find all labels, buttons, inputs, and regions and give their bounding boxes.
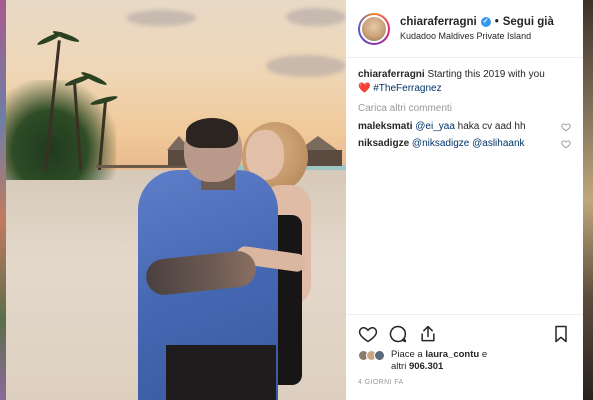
comment-mention[interactable]: @niksadigze xyxy=(412,138,469,149)
background-feed-right xyxy=(583,0,593,400)
photo-man-hair xyxy=(186,118,238,148)
location-link[interactable]: Kudadoo Maldives Private Island xyxy=(400,31,554,41)
action-bar xyxy=(346,315,583,347)
comment-body: maleksmati @ei_yaa haka cv aad hh xyxy=(358,120,526,134)
comment-username[interactable]: maleksmati xyxy=(358,121,412,132)
username-link[interactable]: chiaraferragni xyxy=(400,16,477,28)
caption-hashtag[interactable]: #TheFerragnez xyxy=(373,83,441,94)
caption: chiaraferragni Starting this 2019 with y… xyxy=(358,68,571,96)
post-actions-area: Piace a laura_contu e altri 906.301 4 GI… xyxy=(346,314,583,400)
comment-mention[interactable]: @ei_yaa xyxy=(415,121,455,132)
likes-suffix-prefix: altri xyxy=(391,361,407,372)
comment-username[interactable]: niksadigze xyxy=(358,138,409,149)
comment-like-heart-icon[interactable] xyxy=(561,139,571,149)
post-photo[interactable] xyxy=(6,0,346,400)
following-button[interactable]: Segui già xyxy=(503,16,554,28)
caption-text: Starting this 2019 with you xyxy=(427,69,545,80)
photo-cloud xyxy=(126,10,196,26)
liker-avatars[interactable] xyxy=(358,350,385,361)
photo-cloud xyxy=(286,8,346,26)
post-modal: chiaraferragni ✓ • Segui già Kudadoo Mal… xyxy=(6,0,583,400)
comment-mention[interactable]: @aslihaank xyxy=(472,138,524,149)
comment-like-heart-icon[interactable] xyxy=(561,122,571,132)
load-more-comments-button[interactable]: Carica altri commenti xyxy=(358,102,571,116)
avatar[interactable] xyxy=(360,14,388,43)
photo-man-pants xyxy=(166,345,276,400)
comment-icon[interactable] xyxy=(388,324,408,344)
heart-icon[interactable] xyxy=(358,324,378,344)
comment-body: niksadigze @niksadigze @aslihaank xyxy=(358,137,525,151)
heart-emoji-icon: ❤️ xyxy=(358,83,371,94)
likes-count-link[interactable]: 906.301 xyxy=(409,361,443,372)
share-icon[interactable] xyxy=(418,324,438,344)
comments-section: chiaraferragni Starting this 2019 with y… xyxy=(346,58,583,151)
likes-row: Piace a laura_contu e altri 906.301 xyxy=(346,349,583,373)
post-header-line: chiaraferragni ✓ • Segui già xyxy=(400,16,554,28)
caption-username[interactable]: chiaraferragni xyxy=(358,69,425,80)
photo-cloud xyxy=(266,55,346,77)
post-header-text: chiaraferragni ✓ • Segui già Kudadoo Mal… xyxy=(400,16,554,41)
comment-item: maleksmati @ei_yaa haka cv aad hh xyxy=(358,120,571,134)
likes-summary: Piace a laura_contu e altri 906.301 xyxy=(391,349,487,373)
story-ring[interactable] xyxy=(358,12,390,45)
post-header: chiaraferragni ✓ • Segui già Kudadoo Mal… xyxy=(346,0,583,58)
comment-item: niksadigze @niksadigze @aslihaank xyxy=(358,137,571,151)
header-separator: • xyxy=(494,16,499,28)
comment-text: haka cv aad hh xyxy=(457,121,526,132)
likes-prefix: Piace a xyxy=(391,349,423,360)
post-side-panel: chiaraferragni ✓ • Segui già Kudadoo Mal… xyxy=(346,0,583,400)
post-timestamp[interactable]: 4 GIORNI FA xyxy=(346,373,583,386)
likes-middle: e xyxy=(481,349,488,360)
verified-badge-icon: ✓ xyxy=(480,17,491,27)
liker-avatar[interactable] xyxy=(374,350,385,361)
likes-user-link[interactable]: laura_contu xyxy=(425,349,479,360)
bookmark-icon[interactable] xyxy=(551,324,571,344)
